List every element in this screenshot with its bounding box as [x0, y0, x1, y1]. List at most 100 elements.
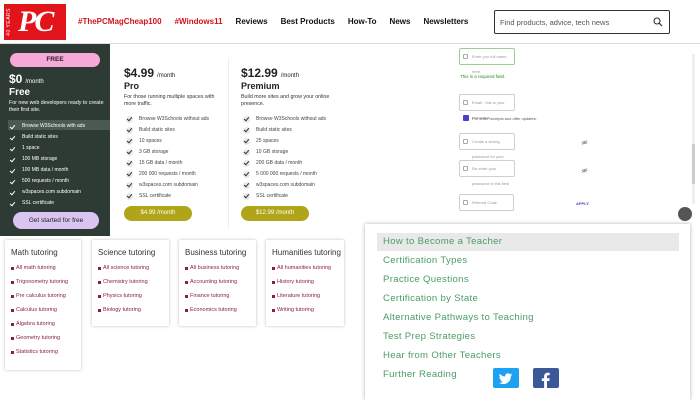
check-icon	[126, 160, 133, 167]
menu-item-alternative-pathways[interactable]: Alternative Pathways to Teaching	[383, 312, 534, 323]
plan-price: $0/month	[9, 70, 44, 88]
pro-subscribe-button[interactable]: $4.99 /month	[124, 206, 192, 221]
card-title: Math tutoring	[11, 248, 58, 257]
nav-newsletters[interactable]: Newsletters	[423, 17, 468, 26]
nav-windows11[interactable]: #Windows11	[175, 17, 223, 26]
twitter-button[interactable]	[493, 368, 519, 388]
card-title: Science tutoring	[98, 248, 156, 257]
check-icon	[126, 149, 133, 156]
gift-icon	[463, 200, 468, 205]
feature-item: SSL certificate	[10, 198, 85, 209]
check-icon	[126, 171, 133, 178]
tutoring-link[interactable]: Statistics tutoring	[11, 345, 81, 359]
nav-reviews[interactable]: Reviews	[236, 17, 268, 26]
tutoring-link[interactable]: Biology tutoring	[98, 303, 169, 317]
feature-item: w3spaces.com subdomain	[243, 180, 326, 191]
logo-text: PC	[18, 5, 54, 38]
feature-label: w3spaces.com subdomain	[256, 182, 315, 188]
user-icon	[463, 54, 468, 59]
pcmag-logo[interactable]: 40 YEARS PC	[4, 4, 66, 40]
get-started-free-button[interactable]: Get started for free	[13, 212, 99, 229]
email-icon	[463, 100, 468, 105]
required-message: This is a required field.	[460, 74, 506, 79]
nav-how-to[interactable]: How-To	[348, 17, 377, 26]
facebook-button[interactable]	[533, 368, 559, 388]
show-password-icon[interactable]	[581, 167, 588, 174]
tutoring-link[interactable]: Accounting tutoring	[185, 275, 256, 289]
menu-item-further-reading[interactable]: Further Reading	[383, 369, 457, 380]
tutoring-link[interactable]: All business tutoring	[185, 261, 256, 275]
scrollbar-thumb[interactable]	[692, 144, 695, 184]
tutoring-link[interactable]: All science tutoring	[98, 261, 169, 275]
tutoring-link[interactable]: Pre calculus tutoring	[11, 289, 81, 303]
tutoring-link[interactable]: Physics tutoring	[98, 289, 169, 303]
feature-label: SSL certificate	[139, 193, 172, 199]
plan-name: Free	[9, 87, 31, 98]
pricing-section: FREE $0/month Free For new web developer…	[0, 44, 350, 236]
price-amount: $12.99	[241, 66, 278, 80]
business-tutoring-card: Business tutoring All business tutoring …	[179, 240, 256, 326]
search-input[interactable]	[495, 11, 645, 33]
tutoring-link[interactable]: All math tutoring	[11, 261, 81, 275]
tutoring-section: Math tutoring All math tutoring Trigonom…	[0, 236, 350, 400]
tutoring-link[interactable]: Chemistry tutoring	[98, 275, 169, 289]
free-badge: FREE	[10, 53, 100, 67]
feature-label: SSL certificate	[22, 200, 55, 206]
menu-item-hear-from-teachers[interactable]: Hear from Other Teachers	[383, 350, 501, 361]
tutoring-link[interactable]: Calculus tutoring	[11, 303, 81, 317]
feature-item: Build static sites	[10, 132, 85, 143]
tutoring-link[interactable]: Writing tutoring	[272, 303, 344, 317]
optin-checkbox[interactable]	[463, 115, 469, 121]
menu-item-practice-questions[interactable]: Practice Questions	[383, 274, 469, 285]
referral-code-field[interactable]: Referral Code	[459, 194, 514, 211]
tutoring-link[interactable]: Literature tutoring	[272, 289, 344, 303]
nav-cheap100[interactable]: #ThePCMagCheap100	[78, 17, 162, 26]
scroll-top-button[interactable]	[678, 207, 692, 221]
email-field[interactable]: Email - this is your username	[459, 94, 515, 120]
field-placeholder: Referral Code	[472, 200, 497, 205]
plan-divider	[228, 58, 229, 228]
price-amount: $0	[9, 72, 23, 86]
tutoring-link[interactable]: All humanities tutoring	[272, 261, 344, 275]
menu-item-become-teacher[interactable]: How to Become a Teacher	[383, 236, 502, 247]
tutoring-link[interactable]: History tutoring	[272, 275, 344, 289]
menu-item-certification-types[interactable]: Certification Types	[383, 255, 467, 266]
password-field[interactable]: Create a strong password for your securi…	[459, 133, 515, 174]
check-icon	[243, 138, 250, 145]
apply-button[interactable]: APPLY	[576, 201, 589, 206]
feature-label: 100 MB storage	[22, 156, 58, 162]
menu-item-certification-by-state[interactable]: Certification by State	[383, 293, 478, 304]
fullname-field[interactable]: Enter you full name here	[459, 48, 515, 74]
feature-item: Browse W3Schools without ads	[243, 114, 326, 125]
facebook-icon	[541, 372, 550, 388]
feature-list: Browse W3Schools without ads Build stati…	[243, 114, 326, 202]
reenter-password-field[interactable]: Re-enter your password in this field	[459, 160, 515, 186]
tutoring-link[interactable]: Geometry tutoring	[11, 331, 81, 345]
show-password-icon[interactable]	[581, 139, 588, 146]
nav-best-products[interactable]: Best Products	[281, 17, 335, 26]
lock-icon	[463, 139, 468, 144]
feature-item: Browse W3Schools without ads	[126, 114, 209, 125]
feature-label: 10 GB storage	[256, 149, 289, 155]
search-icon[interactable]	[653, 17, 663, 27]
tutoring-link[interactable]: Trigonometry tutoring	[11, 275, 81, 289]
scrollbar[interactable]	[692, 54, 695, 204]
tutoring-link[interactable]: Algebra tutoring	[11, 317, 81, 331]
menu-item-test-prep[interactable]: Test Prep Strategies	[383, 331, 475, 342]
tutoring-link[interactable]: Finance tutoring	[185, 289, 256, 303]
tutoring-link[interactable]: Economics tutoring	[185, 303, 256, 317]
feature-item: 200 000 requests / month	[126, 169, 209, 180]
link-list: All business tutoring Accounting tutorin…	[179, 261, 256, 317]
feature-item: 200 GB data / month	[243, 158, 326, 169]
plan-price: $12.99/month	[241, 64, 299, 82]
feature-item: 500 requests / month	[10, 176, 85, 187]
check-icon	[243, 149, 250, 156]
feature-item: 15 GB data / month	[126, 158, 209, 169]
check-icon	[10, 168, 16, 174]
feature-label: w3spaces.com subdomain	[139, 182, 198, 188]
plan-premium: $12.99/month Premium Build more sites an…	[233, 44, 343, 236]
check-icon	[126, 138, 133, 145]
feature-label: w3spaces.com subdomain	[22, 189, 81, 195]
premium-subscribe-button[interactable]: $12.99 /month	[241, 206, 309, 221]
nav-news[interactable]: News	[390, 17, 411, 26]
